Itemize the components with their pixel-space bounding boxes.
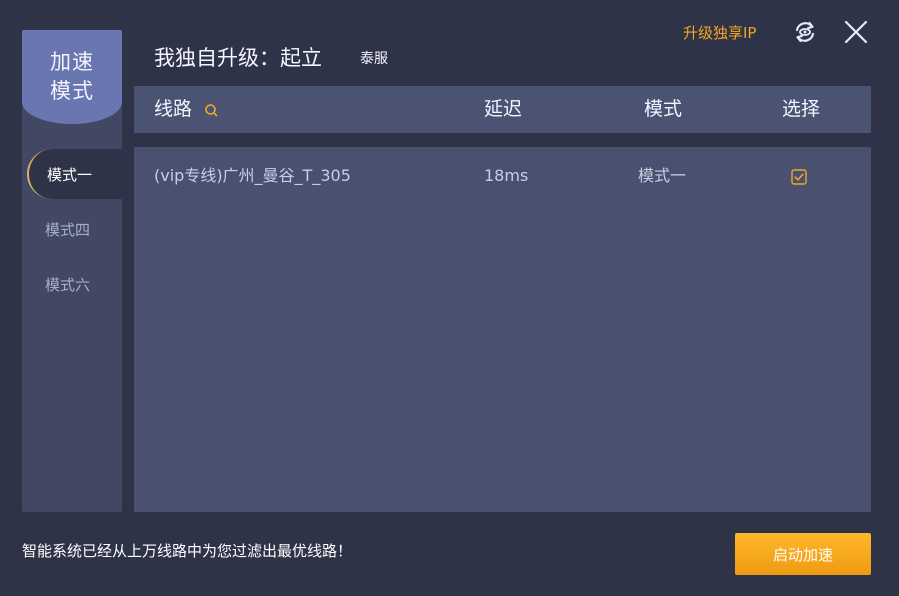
- latency-cell: 18ms: [484, 166, 529, 185]
- region-label: 泰服: [360, 51, 388, 67]
- sidebar-item-mode-6[interactable]: 模式六: [22, 259, 122, 309]
- route-cell: (vip专线)广州_曼谷_T_305: [154, 166, 351, 185]
- sidebar-item-mode-1[interactable]: 模式一: [27, 149, 122, 199]
- column-header-route: 线路: [154, 86, 218, 133]
- mode-cell: 模式一: [638, 166, 687, 185]
- status-message: 智能系统已经从上万线路中为您过滤出最优线路！: [22, 542, 353, 560]
- refresh-eye-icon[interactable]: [792, 19, 818, 45]
- close-icon[interactable]: [843, 19, 869, 45]
- route-table-header: 线路 延迟 模式 选择: [134, 86, 871, 133]
- game-title: 我独自升级：起立: [154, 46, 322, 70]
- column-header-latency: 延迟: [484, 98, 523, 120]
- sidebar-item-label: 模式六: [45, 275, 91, 294]
- checkbox-checked-icon[interactable]: [791, 169, 807, 185]
- start-acceleration-button[interactable]: 启动加速: [735, 533, 871, 575]
- column-header-select: 选择: [782, 98, 821, 120]
- search-icon[interactable]: [204, 103, 218, 117]
- mode-sidebar: 加速模式 模式一 模式四 模式六: [22, 30, 122, 512]
- sidebar-item-label: 模式四: [45, 220, 91, 239]
- sidebar-item-label: 模式一: [47, 165, 93, 184]
- sidebar-header-title: 加速模式: [50, 50, 94, 103]
- accelerator-window: 加速模式 模式一 模式四 模式六 我独自升级：起立 泰服 升级独享IP 线路 延…: [0, 0, 899, 596]
- sidebar-header: 加速模式: [22, 30, 122, 124]
- table-row[interactable]: (vip专线)广州_曼谷_T_305 18ms 模式一: [134, 161, 871, 191]
- sidebar-item-mode-4[interactable]: 模式四: [22, 204, 122, 254]
- column-header-route-label: 线路: [154, 98, 193, 120]
- column-header-mode: 模式: [644, 98, 683, 120]
- route-table-body: (vip专线)广州_曼谷_T_305 18ms 模式一: [134, 147, 871, 512]
- upgrade-exclusive-ip-link[interactable]: 升级独享IP: [683, 22, 756, 43]
